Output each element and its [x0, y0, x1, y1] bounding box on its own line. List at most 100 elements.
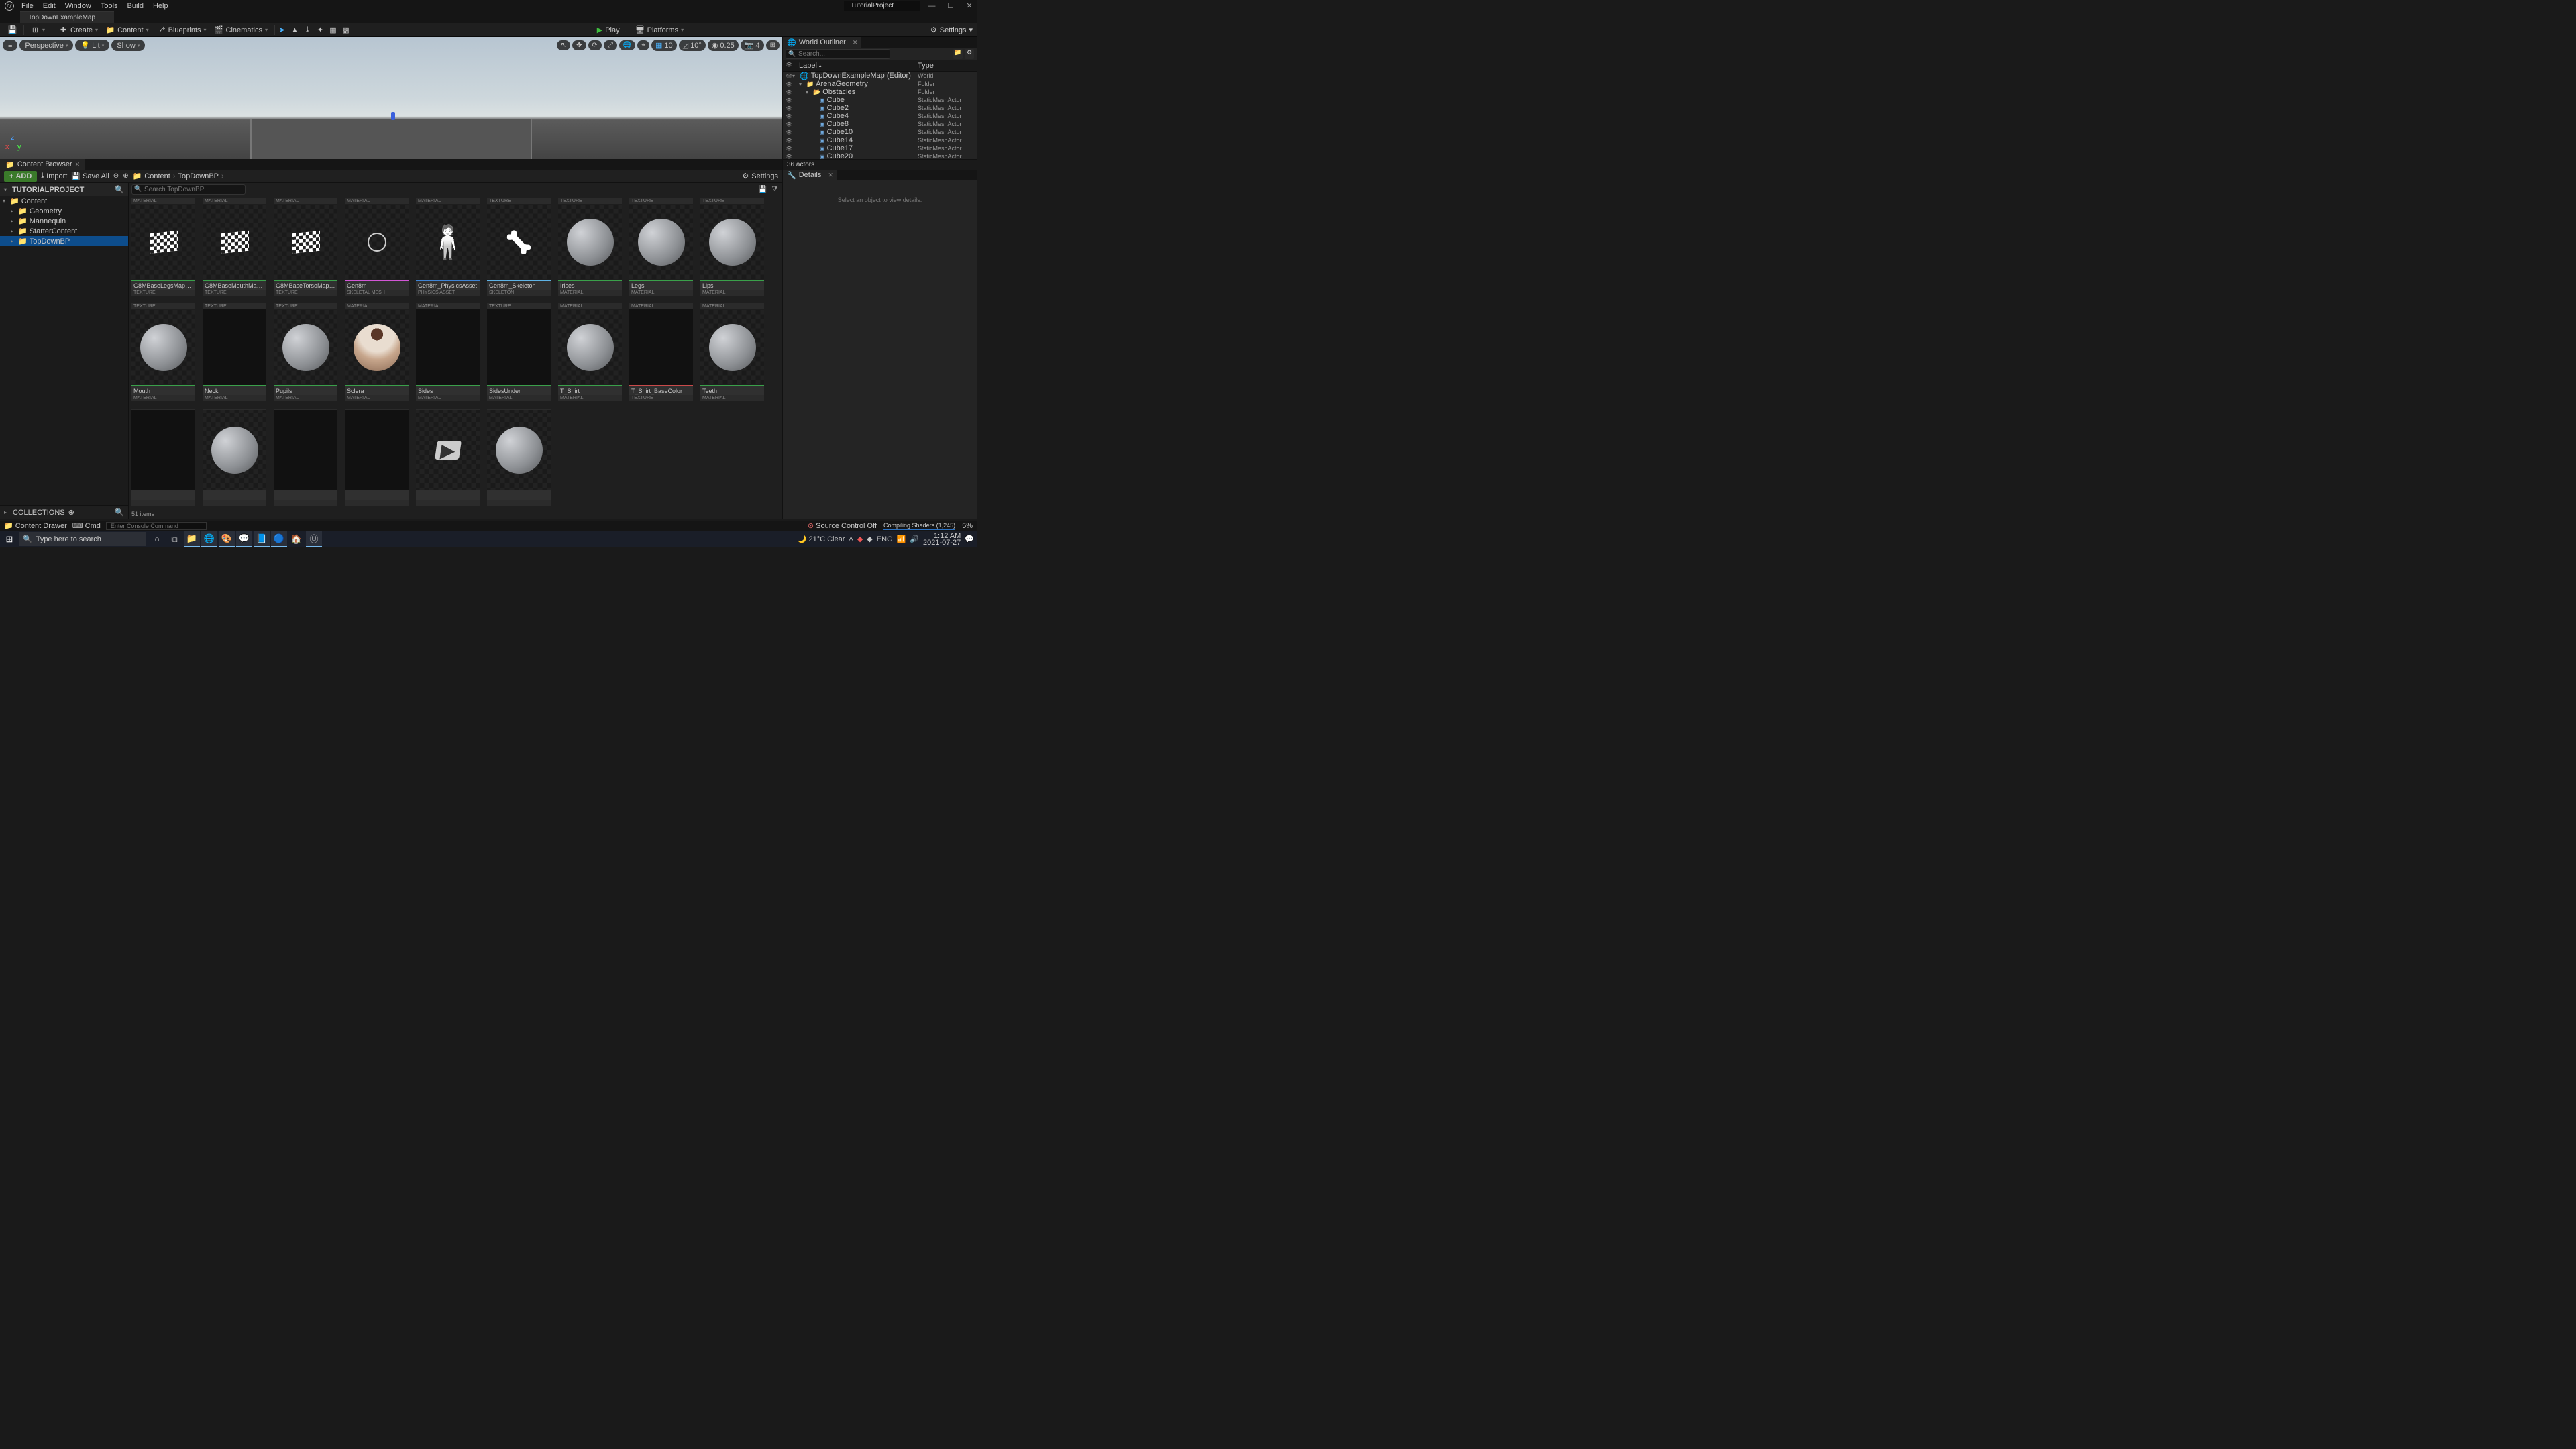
menu-window[interactable]: Window [65, 2, 91, 10]
angle-snap[interactable]: ◿10° [679, 40, 706, 51]
tree-item[interactable]: ▾📁Content [0, 196, 128, 206]
tray-chevron-up-icon[interactable]: ˄ [849, 535, 853, 543]
collections-header[interactable]: ▸COLLECTIONS⊕🔍 [0, 505, 128, 519]
outliner-row[interactable]: 👁▣Cube2StaticMeshActor [783, 104, 977, 112]
show-button[interactable]: Show▾ [111, 40, 145, 51]
viewport[interactable]: ≡ Perspective▾ 💡Lit▾ Show▾ ↖ ✥ ⟳ ⤢ 🌐 ⌖ ▦… [0, 37, 782, 159]
outliner-row[interactable]: 👁▾📁ArenaGeometryFolder [783, 80, 977, 88]
search-icon[interactable]: 🔍 [115, 185, 124, 194]
modes-button[interactable]: ⊞▾ [27, 24, 49, 36]
asset-search-input[interactable] [131, 184, 246, 195]
outliner-row[interactable]: 👁▣CubeStaticMeshActor [783, 96, 977, 104]
close-icon[interactable]: ✕ [853, 39, 858, 46]
asset-tile[interactable]: Material G8MBaseTorsoMapD_1002 Texture [274, 198, 337, 296]
tray-clock[interactable]: 1:12 AM2021-07-27 [923, 533, 961, 546]
tray-icon-1[interactable]: ◆ [857, 535, 863, 543]
asset-tile[interactable]: Texture SidesUnder Material [487, 303, 551, 401]
tree-item[interactable]: ▸📁Geometry [0, 206, 128, 216]
asset-tile[interactable]: Material Gen8m_PhysicsAsset Physics Asse… [416, 198, 480, 296]
task-home[interactable]: 🏠 [288, 531, 305, 547]
asset-tile[interactable] [274, 409, 337, 506]
asset-tile[interactable]: Material G8MBaseLegsMapD_1003 Texture [131, 198, 195, 296]
menu-edit[interactable]: Edit [43, 2, 56, 10]
outliner-row[interactable]: 👁▣Cube10StaticMeshActor [783, 128, 977, 136]
task-app2[interactable]: 🔵 [271, 531, 287, 547]
asset-tile[interactable]: Texture Gen8m_Skeleton Skeleton [487, 198, 551, 296]
breadcrumb-topdownbp[interactable]: TopDownBP [178, 172, 219, 180]
search-icon[interactable]: 🔍 [115, 508, 124, 517]
task-app1[interactable]: 📘 [254, 531, 270, 547]
asset-tile[interactable]: Texture Mouth Material [131, 303, 195, 401]
menu-file[interactable]: File [21, 2, 34, 10]
viewport-menu-button[interactable]: ≡ [3, 40, 17, 51]
type-column[interactable]: Type [918, 62, 974, 70]
play-button[interactable]: ▶Play⋮ [593, 24, 632, 36]
close-icon[interactable]: ✕ [75, 161, 80, 168]
menu-tools[interactable]: Tools [101, 2, 118, 10]
task-unreal[interactable]: Ⓤ [306, 531, 322, 547]
asset-tile[interactable]: Material T_Shirt_BaseColor Texture [629, 303, 693, 401]
task-cortana[interactable]: ○ [149, 531, 165, 547]
cinematics-button[interactable]: 🎬Cinematics▾ [211, 24, 272, 36]
content-button[interactable]: 📁Content▾ [102, 24, 153, 36]
blueprints-button[interactable]: ⎇Blueprints▾ [153, 24, 211, 36]
eye-column-icon[interactable]: 👁 [786, 62, 792, 70]
maximize-button[interactable]: ☐ [943, 1, 958, 10]
outliner-row[interactable]: 👁▾🌐TopDownExampleMap (Editor)World [783, 72, 977, 80]
asset-tile[interactable]: Texture Legs Material [629, 198, 693, 296]
surface-snap[interactable]: ⌖ [637, 40, 649, 50]
task-taskview[interactable]: ⧉ [166, 531, 182, 547]
asset-tile[interactable] [345, 409, 409, 506]
start-button[interactable]: ⊞ [0, 534, 19, 545]
camera-speed[interactable]: 📷4 [741, 40, 764, 51]
content-drawer-button[interactable]: 📁Content Drawer [4, 521, 67, 530]
menu-build[interactable]: Build [127, 2, 144, 10]
transform-select[interactable]: ↖ [557, 40, 570, 50]
breadcrumb-content[interactable]: Content [144, 172, 170, 180]
document-tab[interactable]: TopDownExampleMap [20, 11, 114, 23]
plus-icon[interactable]: ⊕ [68, 508, 74, 517]
weather-widget[interactable]: 🌙 21°C Clear [798, 535, 845, 543]
create-button[interactable]: ✚Create▾ [55, 24, 102, 36]
menu-help[interactable]: Help [153, 2, 168, 10]
task-chrome[interactable]: 🌐 [201, 531, 217, 547]
outliner-row[interactable]: 👁▣Cube17StaticMeshActor [783, 144, 977, 152]
asset-tile[interactable]: Material Teeth Material [700, 303, 764, 401]
tray-icon-2[interactable]: ◆ [867, 535, 872, 543]
tray-notifications-icon[interactable]: 💬 [965, 535, 974, 543]
content-browser-tab[interactable]: 📁Content Browser✕ [0, 159, 85, 170]
close-icon[interactable]: ✕ [828, 172, 833, 179]
select-icon[interactable]: ➤ [278, 25, 286, 34]
tree-item[interactable]: ▸📁Mannequin [0, 216, 128, 226]
asset-tile[interactable]: Material Sclera Material [345, 303, 409, 401]
asset-tile[interactable]: Material Gen8m Skeletal Mesh [345, 198, 409, 296]
platforms-button[interactable]: 🖥Platforms▾ [632, 24, 688, 36]
task-discord[interactable]: 💬 [236, 531, 252, 547]
history-back[interactable]: ⊖ [113, 172, 119, 180]
grid-snap[interactable]: ▦10 [651, 40, 677, 51]
fx-icon[interactable]: ✦ [316, 25, 325, 34]
transform-move[interactable]: ✥ [572, 40, 586, 50]
transform-rotate[interactable]: ⟳ [588, 40, 602, 50]
outliner-row[interactable]: 👁▣Cube14StaticMeshActor [783, 136, 977, 144]
outliner-row[interactable]: 👁▾📂ObstaclesFolder [783, 88, 977, 96]
asset-tile[interactable]: Material T_Shirt Material [558, 303, 622, 401]
view-mode-perspective[interactable]: Perspective▾ [19, 40, 73, 51]
filter-button[interactable]: ⧩ [770, 186, 780, 193]
asset-tile[interactable] [416, 409, 480, 506]
asset-tile[interactable]: Texture Irises Material [558, 198, 622, 296]
tree-item[interactable]: ▸📁TopDownBP [0, 236, 128, 246]
save-all-button[interactable]: 💾Save All [71, 172, 109, 180]
asset-tile[interactable]: Texture Lips Material [700, 198, 764, 296]
tray-lang[interactable]: ENG [877, 535, 893, 543]
tray-sound-icon[interactable]: 🔊 [910, 535, 919, 543]
asset-tile[interactable] [131, 409, 195, 506]
task-explorer[interactable]: 📁 [184, 531, 200, 547]
add-button[interactable]: +ADD [4, 171, 37, 182]
details-tab[interactable]: 🔧Details✕ [783, 170, 837, 181]
asset-tile[interactable]: Texture Pupils Material [274, 303, 337, 401]
close-button[interactable]: ✕ [962, 1, 977, 10]
source-control-status[interactable]: ⊘ Source Control Off [808, 521, 877, 530]
fracture-icon[interactable]: ▩ [341, 25, 350, 34]
foliage-icon[interactable]: ⤓ [303, 25, 312, 34]
